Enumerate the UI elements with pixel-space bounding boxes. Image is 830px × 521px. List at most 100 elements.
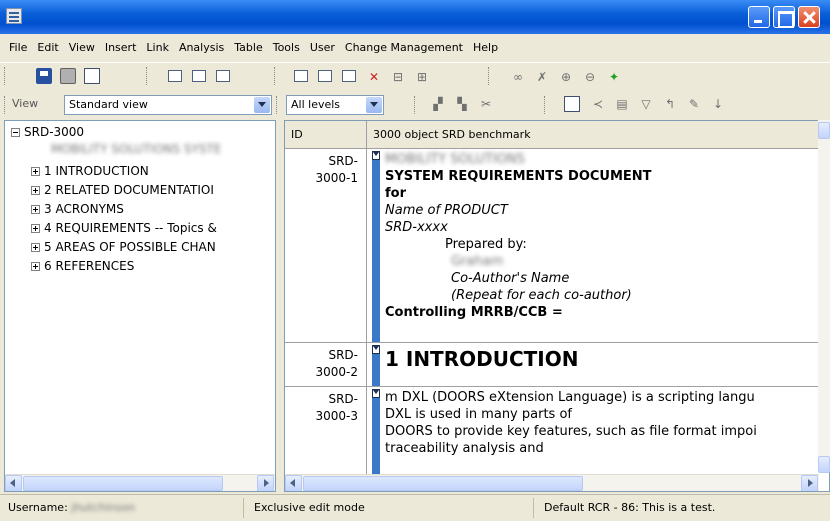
- menu-file[interactable]: File: [4, 37, 32, 59]
- expand-icon[interactable]: [31, 224, 40, 233]
- scroll-up-icon[interactable]: [818, 122, 830, 139]
- level-select[interactable]: All levels: [286, 95, 384, 115]
- tree-item-title[interactable]: MOBILITY SOLUTIONS SYSTE: [51, 141, 221, 157]
- tree-item-introduction[interactable]: 1 INTRODUCTION: [31, 163, 149, 179]
- minimize-button[interactable]: [748, 6, 770, 28]
- hourglass-icon: [372, 151, 380, 160]
- grid-vertical-scrollbar[interactable]: [818, 120, 830, 473]
- chevron-down-icon[interactable]: [254, 97, 270, 113]
- split-icon[interactable]: ⊞: [414, 69, 430, 85]
- object-id-line2: 3000-1: [315, 171, 358, 185]
- menu-insert[interactable]: Insert: [100, 37, 142, 59]
- filter-icon[interactable]: ▽: [638, 96, 654, 112]
- product-name: Name of PRODUCT: [385, 203, 508, 218]
- insert-below-icon[interactable]: [192, 70, 206, 82]
- table-row[interactable]: SRD- 3000-2 1 INTRODUCTION: [285, 343, 829, 387]
- scroll-down-icon[interactable]: [818, 456, 830, 473]
- object-id-line2: 3000-3: [315, 409, 358, 423]
- maximize-button[interactable]: [773, 6, 795, 28]
- grid-horizontal-scrollbar[interactable]: [285, 474, 819, 491]
- promote-icon[interactable]: ▞: [430, 96, 446, 112]
- menu-user[interactable]: User: [305, 37, 340, 59]
- collapse-icon[interactable]: [11, 128, 20, 137]
- scroll-right-icon[interactable]: [801, 475, 818, 491]
- outline-icon[interactable]: [564, 96, 580, 112]
- scroll-thumb[interactable]: [23, 476, 223, 491]
- menu-tools[interactable]: Tools: [268, 37, 305, 59]
- tree-item-related-documentation[interactable]: 2 RELATED DOCUMENTATIOI: [31, 182, 214, 198]
- document-title: SYSTEM REQUIREMENTS DOCUMENT: [385, 169, 652, 184]
- show-links-icon[interactable]: ↰: [662, 96, 678, 112]
- menu-help[interactable]: Help: [468, 37, 503, 59]
- delete-column-icon[interactable]: ✕: [366, 69, 382, 85]
- module-grid[interactable]: ID 3000 object SRD benchmark SRD- 3000-1…: [284, 120, 830, 492]
- menu-link[interactable]: Link: [141, 37, 174, 59]
- link-icon[interactable]: ∞: [510, 69, 526, 85]
- scroll-thumb[interactable]: [303, 476, 583, 491]
- insert-column-icon[interactable]: [294, 70, 308, 82]
- menu-analysis[interactable]: Analysis: [174, 37, 229, 59]
- toolbar-separator: [414, 96, 417, 114]
- link-module-icon[interactable]: ✦: [606, 69, 622, 85]
- tree-item-requirements[interactable]: 4 REQUIREMENTS -- Topics &: [31, 220, 217, 236]
- object-bar: [372, 389, 380, 475]
- print-icon[interactable]: [60, 68, 76, 84]
- main-toolbar: ✕ ⊟ ⊞ ∞ ✗ ⊕ ⊖ ✦: [0, 62, 830, 90]
- expand-icon[interactable]: [31, 262, 40, 271]
- menu-change-management[interactable]: Change Management: [340, 37, 468, 59]
- link-start-icon[interactable]: ⊕: [558, 69, 574, 85]
- delete-link-icon[interactable]: ✗: [534, 69, 550, 85]
- table-row[interactable]: SRD- 3000-1 MOBILITY SOLUTIONS SYSTEM RE…: [285, 149, 829, 343]
- document-mode-icon[interactable]: ▤: [614, 96, 630, 112]
- table-row[interactable]: SRD- 3000-3 m DXL (DOORS eXtension Langu…: [285, 387, 829, 475]
- merge-icon[interactable]: ⊟: [390, 69, 406, 85]
- hourglass-icon: [372, 345, 380, 354]
- sort-icon[interactable]: ↓: [710, 96, 726, 112]
- graphics-mode-icon[interactable]: ≺: [590, 96, 606, 112]
- expand-icon[interactable]: [31, 205, 40, 214]
- status-rcr: Default RCR - 86: This is a test.: [544, 501, 716, 514]
- tree-root[interactable]: SRD-3000: [11, 124, 84, 140]
- insert-right-icon[interactable]: [216, 70, 230, 82]
- tree-item-title-label: MOBILITY SOLUTIONS SYSTE: [51, 142, 222, 156]
- edit-icon[interactable]: ✎: [686, 96, 702, 112]
- toolbar-grip[interactable]: [4, 67, 7, 85]
- expand-icon[interactable]: [31, 243, 40, 252]
- object-text[interactable]: m DXL (DOORS eXtension Language) is a sc…: [385, 389, 757, 457]
- properties-icon[interactable]: [84, 68, 100, 84]
- cut-icon[interactable]: ✂: [478, 96, 494, 112]
- insert-column-right-icon[interactable]: [318, 70, 332, 82]
- tree-item-acronyms[interactable]: 3 ACRONYMS: [31, 201, 124, 217]
- object-text[interactable]: MOBILITY SOLUTIONS SYSTEM REQUIREMENTS D…: [385, 151, 652, 321]
- column-header-main[interactable]: 3000 object SRD benchmark: [367, 121, 819, 149]
- expand-icon[interactable]: [31, 167, 40, 176]
- save-icon[interactable]: [36, 68, 52, 84]
- explorer-tree[interactable]: SRD-3000 MOBILITY SOLUTIONS SYSTE 1 INTR…: [4, 120, 276, 492]
- section-heading[interactable]: 1 INTRODUCTION: [385, 347, 578, 371]
- insert-object-icon[interactable]: [168, 70, 182, 82]
- tree-item-areas-of-change[interactable]: 5 AREAS OF POSSIBLE CHAN: [31, 239, 216, 255]
- tree-item-label: 4 REQUIREMENTS -- Topics &: [44, 221, 217, 235]
- table-icon[interactable]: [342, 70, 356, 82]
- close-button[interactable]: [798, 6, 820, 28]
- object-id: SRD- 3000-3: [285, 387, 367, 475]
- srd-number: SRD-xxxx: [385, 220, 448, 235]
- tree-horizontal-scrollbar[interactable]: [5, 474, 275, 491]
- app-icon[interactable]: [6, 8, 22, 24]
- menu-edit[interactable]: Edit: [32, 37, 63, 59]
- view-select[interactable]: Standard view: [64, 95, 272, 115]
- tree-item-references[interactable]: 6 REFERENCES: [31, 258, 134, 274]
- column-header-id[interactable]: ID: [285, 121, 367, 149]
- toolbar-grip[interactable]: [4, 96, 7, 114]
- scroll-left-icon[interactable]: [285, 475, 302, 491]
- scroll-right-icon[interactable]: [257, 475, 274, 491]
- expand-icon[interactable]: [31, 186, 40, 195]
- menu-table[interactable]: Table: [229, 37, 267, 59]
- view-label: View: [12, 97, 39, 110]
- demote-icon[interactable]: ▚: [454, 96, 470, 112]
- menu-view[interactable]: View: [64, 37, 100, 59]
- link-end-icon[interactable]: ⊖: [582, 69, 598, 85]
- chevron-down-icon[interactable]: [366, 97, 382, 113]
- text-line: traceability analysis and: [385, 441, 544, 456]
- scroll-left-icon[interactable]: [5, 475, 22, 491]
